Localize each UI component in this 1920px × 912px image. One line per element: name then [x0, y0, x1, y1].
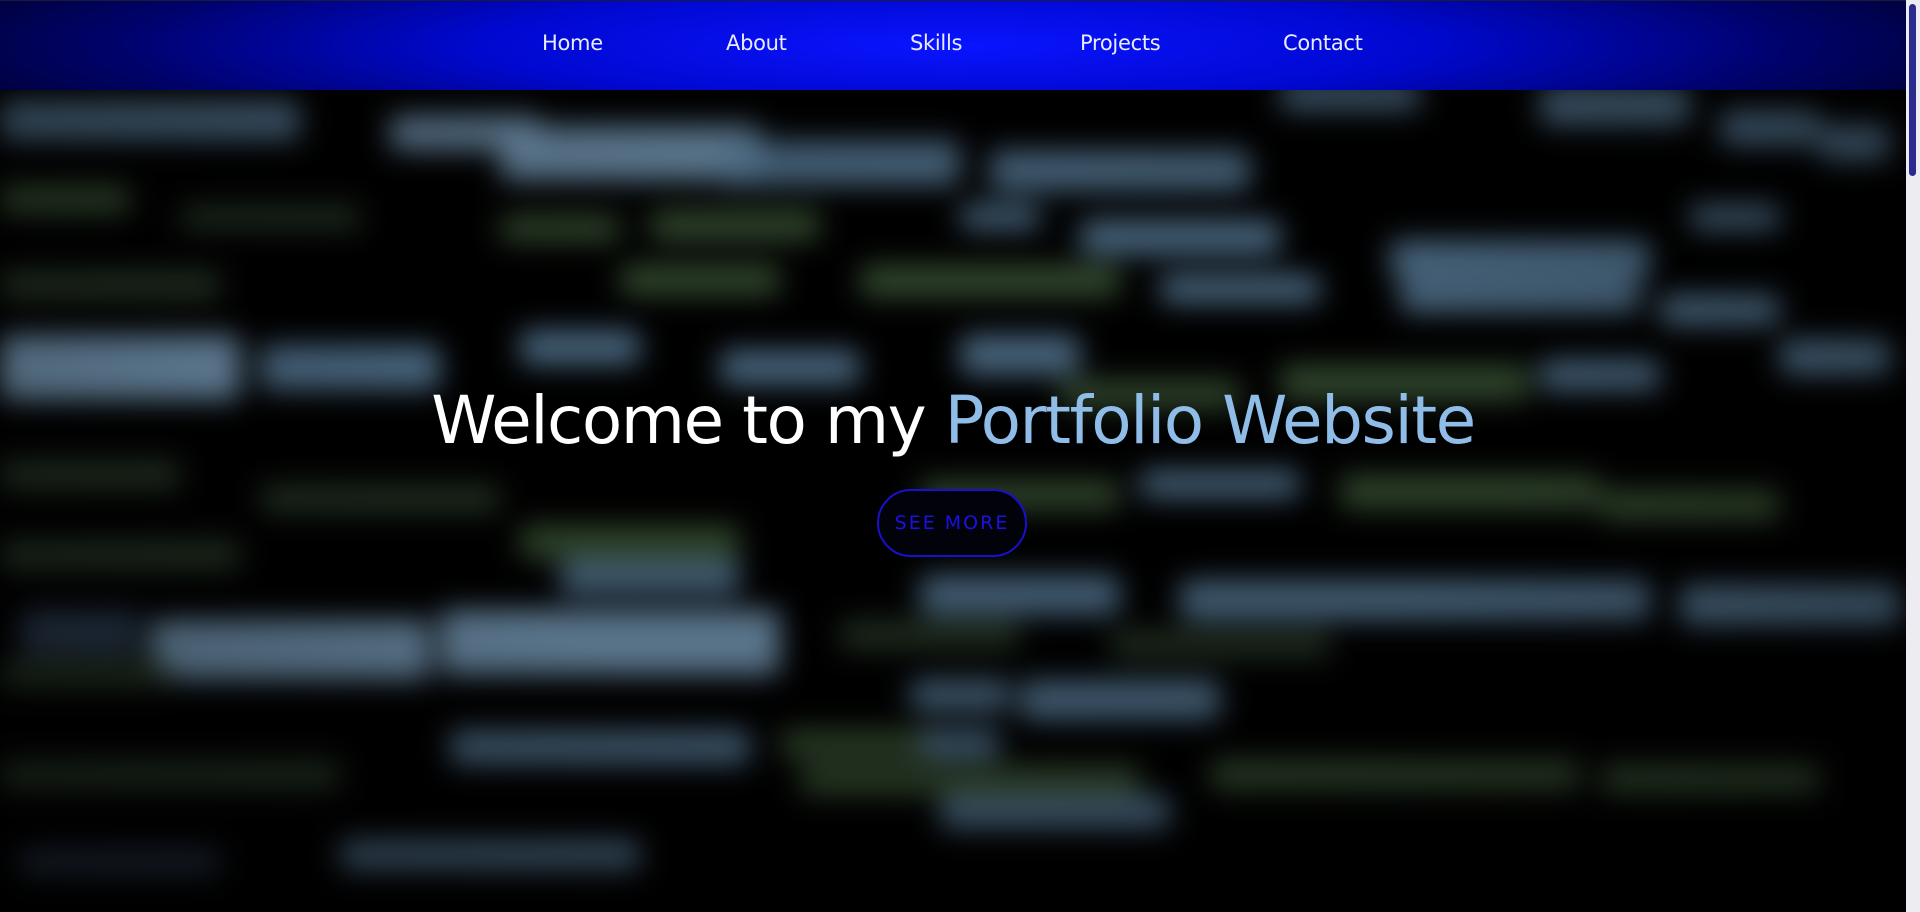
top-navbar: Home About Skills Projects Contact [0, 0, 1906, 90]
nav-links: Home About Skills Projects Contact [0, 1, 1906, 90]
portfolio-page: Home About Skills Projects Contact Welco… [0, 0, 1920, 912]
nav-link-about[interactable]: About [726, 31, 787, 55]
nav-link-skills[interactable]: Skills [910, 31, 962, 55]
hero-headline: Welcome to my Portfolio Website [0, 382, 1906, 459]
headline-accent: Portfolio Website [944, 382, 1477, 459]
see-more-button[interactable]: SEE MORE [877, 489, 1027, 557]
scrollbar-thumb[interactable] [1909, 4, 1916, 176]
nav-link-home[interactable]: Home [542, 31, 603, 55]
nav-link-projects[interactable]: Projects [1080, 31, 1161, 55]
vertical-scrollbar[interactable] [1906, 0, 1920, 912]
nav-link-contact[interactable]: Contact [1283, 31, 1363, 55]
headline-prefix: Welcome to my [431, 382, 945, 459]
